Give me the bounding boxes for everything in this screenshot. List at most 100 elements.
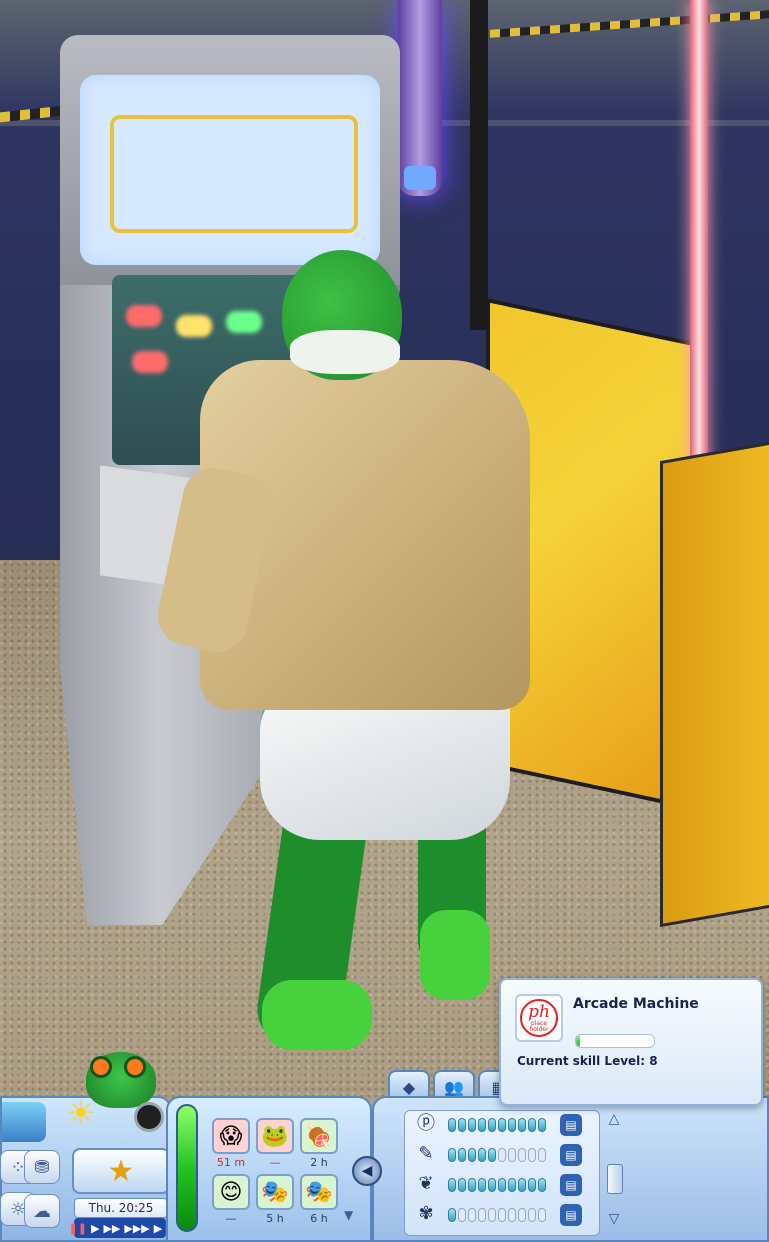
skill-pip [458, 1178, 466, 1192]
sun-icon: ☀ [66, 1094, 96, 1132]
skill-row-placeholder-skill[interactable]: ⓟ ▤ [414, 1112, 590, 1138]
moodlet-happy-face[interactable]: 😊 [212, 1174, 250, 1210]
painting-skill-icon: ✎ [418, 1143, 434, 1164]
play-icon[interactable]: ▶ [91, 1222, 99, 1235]
portrait-eye-left [90, 1056, 112, 1078]
skill-pip [518, 1208, 526, 1222]
yellow-cabinet[interactable] [660, 438, 769, 928]
buy-mode-button[interactable]: ⛃ [24, 1150, 60, 1184]
moodlet-meat[interactable]: 🍖 [300, 1118, 338, 1154]
skill-pip [468, 1178, 476, 1192]
skill-row-fitness-skill[interactable]: ❦ ▤ [414, 1172, 590, 1198]
clock-display: Thu. 20:25 [74, 1198, 168, 1218]
moodlet-time: 51 m [216, 1156, 246, 1169]
fast-forward-icon[interactable]: ▶▶ [103, 1222, 120, 1235]
skill-pip [498, 1118, 506, 1132]
skills-scrollbar[interactable]: △ ▽ [604, 1112, 624, 1230]
portrait-eye-right [124, 1056, 146, 1078]
skill-pip [508, 1178, 516, 1192]
skill-pip [468, 1208, 476, 1222]
skill-pip [488, 1148, 496, 1162]
scroll-thumb[interactable] [607, 1164, 623, 1194]
skill-journal-icon[interactable]: ▤ [560, 1144, 582, 1166]
skill-pip [518, 1148, 526, 1162]
skill-pip [508, 1118, 516, 1132]
speed-controls: ❚❚ ▶ ▶▶ ▶▶▶ ▶❙ [69, 1218, 171, 1238]
moodlet-time: 5 h [266, 1212, 284, 1225]
skill-pip [528, 1118, 536, 1132]
skill-pip [528, 1148, 536, 1162]
skill-pip [538, 1118, 546, 1132]
skill-pip [488, 1178, 496, 1192]
moodlet-scroll-down-icon[interactable]: ▼ [344, 1208, 353, 1222]
skill-pip [478, 1178, 486, 1192]
faster-icon[interactable]: ▶▶▶ [124, 1222, 149, 1235]
skill-level-label: Current skill Level: 8 [517, 1054, 658, 1068]
collapse-panel-button[interactable]: ◀ [352, 1156, 382, 1186]
charisma-skill-icon: ✾ [418, 1203, 434, 1224]
scroll-down-icon[interactable]: ▽ [604, 1212, 624, 1226]
meat-icon: 🍖 [305, 1123, 333, 1149]
buy-icon: ⛃ [34, 1156, 50, 1178]
purple-tube-light [398, 0, 442, 196]
sim-character[interactable] [152, 250, 530, 1070]
skill-row-charisma-skill[interactable]: ✾ ▤ [414, 1202, 590, 1228]
skill-pip [538, 1148, 546, 1162]
mini-screen [2, 1102, 46, 1142]
skill-pip [478, 1148, 486, 1162]
skill-pip [498, 1178, 506, 1192]
skill-pip [458, 1118, 466, 1132]
skill-pip [468, 1148, 476, 1162]
skill-pip [478, 1208, 486, 1222]
skill-pip [508, 1208, 516, 1222]
diamond-icon: ◆ [402, 1077, 416, 1097]
skill-journal-icon[interactable]: ▤ [560, 1204, 582, 1226]
skill-pip [448, 1118, 456, 1132]
skill-progress-fill [576, 1035, 580, 1047]
people-icon: 👥 [444, 1077, 464, 1097]
skill-pip [468, 1118, 476, 1132]
skill-journal-icon[interactable]: ▤ [560, 1174, 582, 1196]
skill-pip [448, 1178, 456, 1192]
mood-meter[interactable] [176, 1104, 198, 1232]
moodlet-time: 6 h [310, 1212, 328, 1225]
skill-pip [538, 1178, 546, 1192]
skill-pip [478, 1118, 486, 1132]
build-icon: ☁ [33, 1200, 51, 1222]
skill-tooltip: ph place holder Arcade Machine Current s… [499, 978, 763, 1106]
moodlet-frog-face[interactable]: 🐸 [256, 1118, 294, 1154]
skill-pip [448, 1148, 456, 1162]
build-mode-button[interactable]: ☁ [24, 1194, 60, 1228]
skill-pip [498, 1148, 506, 1162]
skill-pip [488, 1118, 496, 1132]
placeholder-icon-subtext: place holder [529, 1020, 549, 1033]
scared-face-icon: 😱 [219, 1123, 243, 1149]
moodlet-time: 2 h [310, 1156, 328, 1169]
lifetime-wish-button[interactable]: ★ [72, 1148, 170, 1194]
moon-icon [134, 1102, 164, 1132]
scroll-up-icon[interactable]: △ [604, 1112, 624, 1126]
skill-pip [458, 1208, 466, 1222]
moodlet-theater-mask[interactable]: 🎭 [300, 1174, 338, 1210]
neon-pole [690, 0, 708, 470]
skill-pip [508, 1148, 516, 1162]
moodlet-drama-mask[interactable]: 🎭 [256, 1174, 294, 1210]
skill-progress-bar [575, 1034, 655, 1048]
skill-pip [518, 1178, 526, 1192]
pause-icon[interactable]: ❚❚ [69, 1222, 87, 1235]
skill-pip [528, 1208, 536, 1222]
skill-row-painting-skill[interactable]: ✎ ▤ [414, 1142, 590, 1168]
placeholder-icon-text: ph [528, 1002, 550, 1022]
frog-face-icon: 🐸 [261, 1123, 289, 1149]
placeholder-skill-icon: ⓟ [417, 1113, 435, 1134]
drama-mask-icon: 🎭 [261, 1179, 289, 1205]
moodlet-scared-face[interactable]: 😱 [212, 1118, 250, 1154]
fitness-skill-icon: ❦ [418, 1173, 434, 1194]
skill-pip [528, 1178, 536, 1192]
skill-journal-icon[interactable]: ▤ [560, 1114, 582, 1136]
moodlet-time: — [225, 1212, 237, 1225]
theater-mask-icon: 🎭 [305, 1179, 333, 1205]
moodlet-time: — [269, 1156, 281, 1169]
star-icon: ★ [107, 1153, 135, 1189]
skill-pip [498, 1208, 506, 1222]
